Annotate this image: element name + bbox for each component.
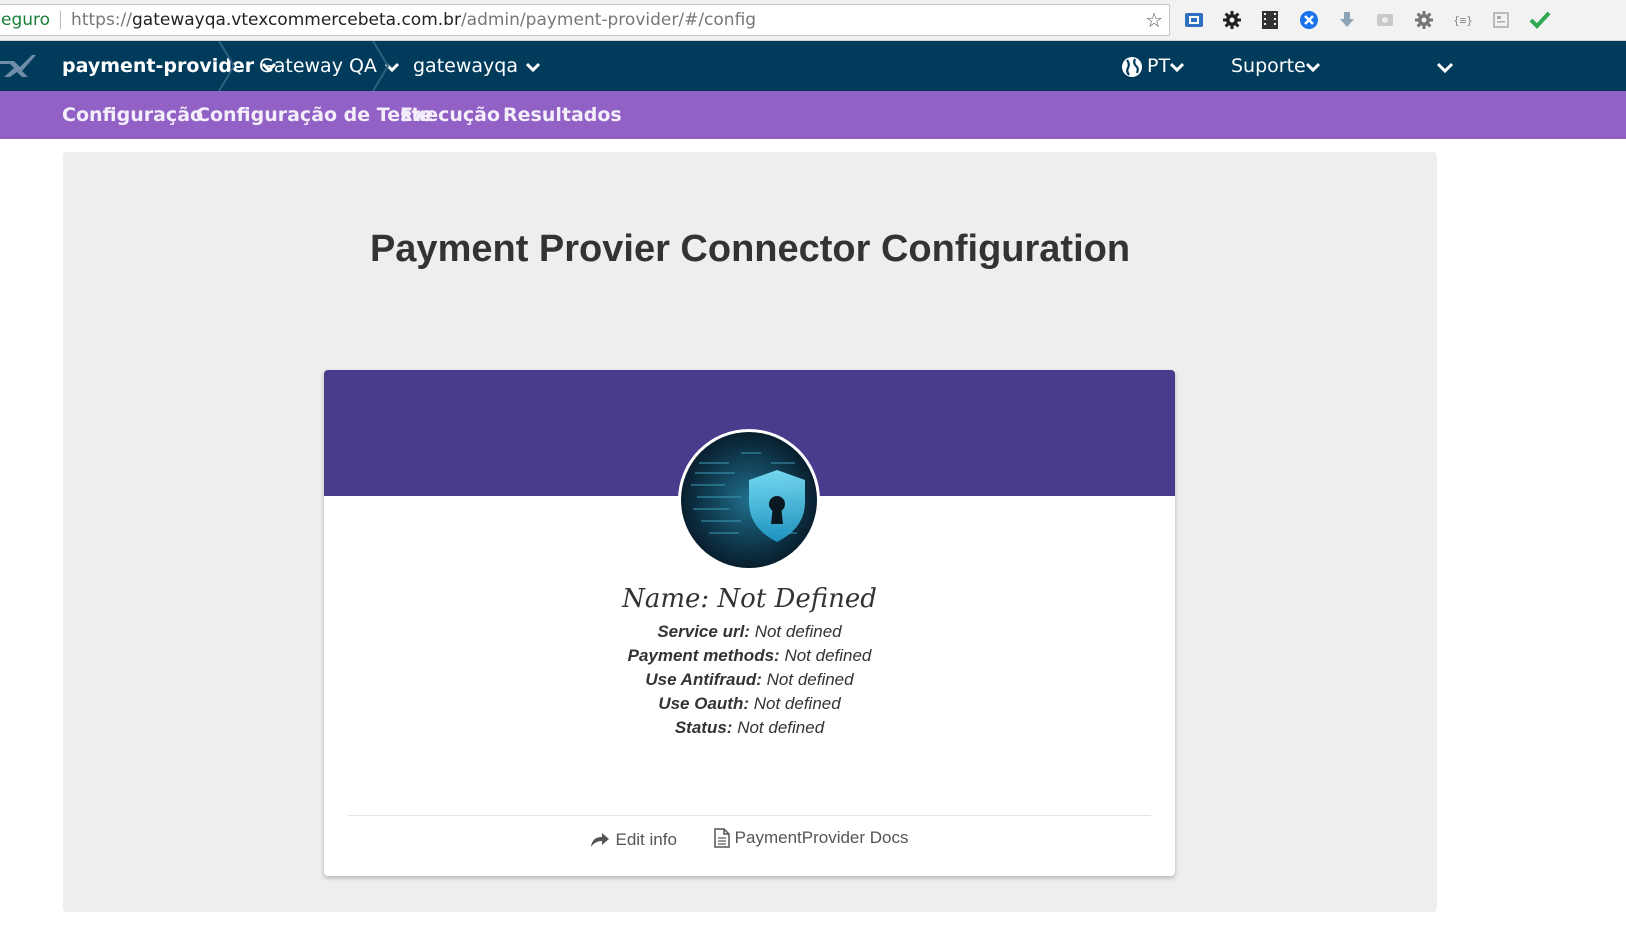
provider-name: Name: Not Defined bbox=[324, 584, 1175, 614]
extension-screen-icon[interactable] bbox=[1182, 8, 1206, 32]
reader-icon[interactable] bbox=[1489, 8, 1513, 32]
breadcrumb-divider bbox=[218, 41, 236, 91]
language-label: PT bbox=[1147, 55, 1171, 77]
security-label[interactable]: eguro bbox=[0, 10, 50, 30]
edit-info-label: Edit info bbox=[615, 830, 677, 849]
store-label: Gateway QA bbox=[259, 55, 377, 77]
name-value: Not Defined bbox=[717, 584, 877, 614]
url-host: gatewayqa.vtexcommercebeta.com.br bbox=[131, 10, 461, 30]
globe-icon bbox=[1122, 56, 1142, 77]
card-actions: Edit info PaymentProvider Docs bbox=[324, 828, 1175, 853]
settings-gear-icon[interactable] bbox=[1220, 8, 1244, 32]
breadcrumb-divider bbox=[372, 41, 390, 91]
payment-methods-row: Payment methods: Not defined bbox=[324, 646, 1175, 666]
subnav-configuracao[interactable]: Configuração bbox=[62, 91, 203, 139]
subnav-configuracao-teste[interactable]: Configuração de Teste bbox=[196, 91, 433, 139]
green-check-icon[interactable] bbox=[1528, 8, 1552, 32]
top-navigation: payment-provider Gateway QA gatewayqa PT… bbox=[0, 41, 1626, 91]
language-dropdown[interactable]: PT bbox=[1121, 41, 1185, 91]
service-url-row: Service url: Not defined bbox=[324, 622, 1175, 642]
support-dropdown[interactable]: Suporte bbox=[1231, 41, 1320, 91]
svg-text:{≡}: {≡} bbox=[1453, 14, 1473, 27]
field-label: Payment methods: bbox=[627, 646, 780, 665]
docs-link[interactable]: PaymentProvider Docs bbox=[713, 828, 909, 848]
field-value: Not defined bbox=[754, 622, 842, 641]
chevron-down-icon bbox=[1436, 62, 1454, 73]
name-label: Name: bbox=[622, 584, 710, 614]
use-oauth-row: Use Oauth: Not defined bbox=[324, 694, 1175, 714]
camera-extension-icon[interactable] bbox=[1373, 8, 1397, 32]
address-bar[interactable]: eguro https://gatewayqa.vtexcommercebeta.… bbox=[0, 4, 1170, 36]
use-antifraud-row: Use Antifraud: Not defined bbox=[324, 670, 1175, 690]
subnav-resultados[interactable]: Resultados bbox=[503, 91, 622, 139]
field-label: Use Oauth: bbox=[658, 694, 749, 713]
subnav-execucao[interactable]: Execução bbox=[400, 91, 500, 139]
document-icon bbox=[713, 828, 730, 848]
vtex-logo-icon[interactable] bbox=[0, 53, 36, 83]
field-label: Use Antifraud: bbox=[645, 670, 762, 689]
environment-dropdown[interactable]: gatewayqa bbox=[413, 41, 540, 91]
environment-label: gatewayqa bbox=[413, 55, 518, 77]
account-dropdown[interactable]: payment-provider bbox=[62, 41, 277, 91]
status-row: Status: Not defined bbox=[324, 718, 1175, 738]
chevron-down-icon bbox=[1305, 62, 1320, 73]
download-arrow-icon[interactable] bbox=[1335, 8, 1359, 32]
film-icon[interactable] bbox=[1258, 8, 1282, 32]
field-value: Not defined bbox=[753, 694, 841, 713]
card-divider bbox=[348, 815, 1151, 816]
share-arrow-icon bbox=[591, 833, 610, 847]
field-value: Not defined bbox=[766, 670, 854, 689]
field-label: Status: bbox=[674, 718, 733, 737]
url-path: /admin/payment-provider/#/config bbox=[460, 10, 757, 30]
user-menu-dropdown[interactable] bbox=[1436, 41, 1454, 91]
security-shield-avatar bbox=[678, 429, 820, 571]
field-value: Not defined bbox=[737, 718, 825, 737]
page-title: Payment Provier Connector Configuration bbox=[369, 228, 1131, 270]
docs-label: PaymentProvider Docs bbox=[734, 828, 909, 847]
support-label: Suporte bbox=[1231, 55, 1306, 77]
chevron-down-icon bbox=[1170, 62, 1185, 73]
field-label: Service url: bbox=[657, 622, 750, 641]
provider-card: Name: Not Defined Service url: Not defin… bbox=[324, 370, 1175, 876]
puzzle-gear-icon[interactable] bbox=[1412, 8, 1436, 32]
url-separator bbox=[60, 11, 62, 29]
url-scheme: https:// bbox=[71, 10, 132, 30]
bookmark-star-icon[interactable]: ☆ bbox=[1145, 5, 1163, 35]
blue-circle-extension-icon[interactable] bbox=[1297, 8, 1321, 32]
edit-info-link[interactable]: Edit info bbox=[590, 830, 677, 850]
field-value: Not defined bbox=[784, 646, 872, 665]
browser-toolbar: eguro https://gatewayqa.vtexcommercebeta.… bbox=[0, 0, 1626, 41]
json-formatter-icon[interactable]: {≡} bbox=[1451, 8, 1475, 32]
chevron-down-icon bbox=[525, 62, 540, 72]
sub-navigation: Configuração Configuração de Teste Execu… bbox=[0, 91, 1626, 139]
